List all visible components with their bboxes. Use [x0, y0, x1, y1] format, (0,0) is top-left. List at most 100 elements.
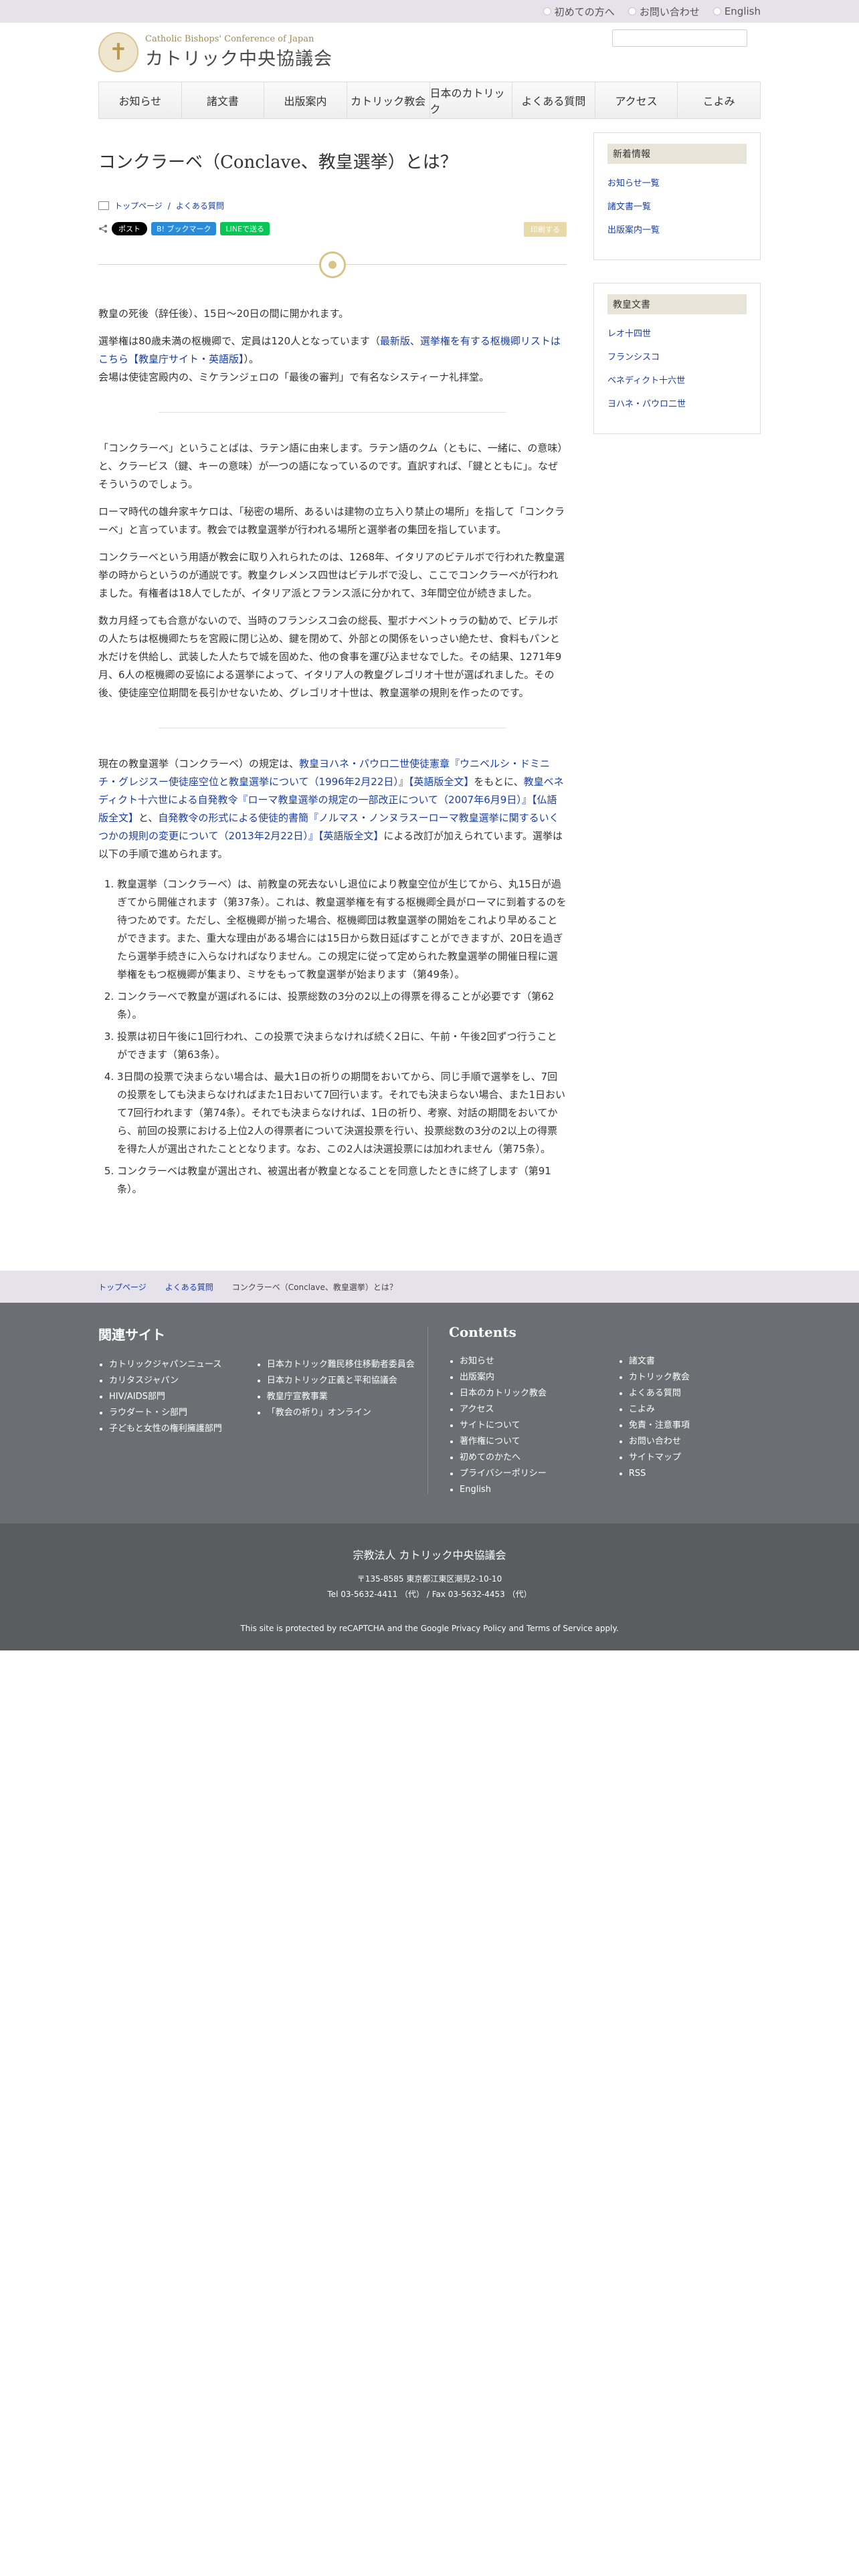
footer-breadcrumb: トップページ よくある質問 コンクラーベ（Conclave、教皇選挙）とは？ [0, 1271, 859, 1303]
top-utility-bar: 初めての方へ お問い合わせ English [0, 0, 859, 23]
topbar-link-contact[interactable]: お問い合わせ [628, 5, 700, 19]
footer-link[interactable]: アクセス [460, 1402, 605, 1418]
footer-contents-list-1: お知らせ 出版案内 日本のカトリック教会 アクセス サイトについて 著作権につい… [449, 1354, 605, 1498]
footer-related-list-2: 日本カトリック難民移住移動者委員会 日本カトリック正義と平和協議会 教皇庁宣教事… [256, 1357, 419, 1437]
footer-link[interactable]: RSS [629, 1466, 761, 1482]
footer-link[interactable]: English [460, 1482, 605, 1498]
ornament-medallion-icon [319, 251, 346, 278]
footer-link[interactable]: 日本のカトリック教会 [460, 1386, 605, 1402]
list-item: コンクラーベは教皇が選出され、被選出者が教皇となることを同意したときに終了します… [117, 1162, 567, 1198]
sidebar-box-title: 新着情報 [607, 144, 747, 164]
footer-link[interactable]: 日本カトリック難民移住移動者委員会 [267, 1357, 419, 1373]
footer-link[interactable]: カリタスジャパン [109, 1373, 243, 1389]
footer-address: 〒135-8585 東京都江東区潮見2-10-10 [357, 1574, 502, 1584]
hatena-bookmark-button[interactable]: B! ブックマーク [151, 222, 217, 235]
footer-link[interactable]: お問い合わせ [629, 1434, 761, 1450]
share-row: ポスト B! ブックマーク LINEで送る 印刷する [98, 222, 567, 237]
footer-link[interactable]: よくある質問 [629, 1386, 761, 1402]
footer-bottom: 宗教法人 カトリック中央協議会 〒135-8585 東京都江東区潮見2-10-1… [0, 1523, 859, 1650]
sidebar-link-francis[interactable]: フランシスコ [607, 350, 747, 362]
footer-link[interactable]: 免責・注意事項 [629, 1418, 761, 1434]
breadcrumb-home[interactable]: トップページ [114, 200, 163, 211]
footer-link[interactable]: サイトについて [460, 1418, 605, 1434]
footer-org-name: 宗教法人 カトリック中央協議会 [353, 1549, 506, 1562]
footer-related-list-1: カトリックジャパンニュース カリタスジャパン HIV/AIDS部門 ラウダート・… [98, 1357, 243, 1437]
footer-link[interactable]: カトリック教会 [629, 1370, 761, 1386]
topbar-link-first-time[interactable]: 初めての方へ [543, 5, 615, 19]
footer: 関連サイト カトリックジャパンニュース カリタスジャパン HIV/AIDS部門 … [0, 1303, 859, 1523]
footer-breadcrumb-current: コンクラーベ（Conclave、教皇選挙）とは？ [231, 1282, 397, 1292]
page-title: コンクラーベ（Conclave、教皇選挙）とは？ [98, 152, 458, 173]
footer-link[interactable]: 著作権について [460, 1434, 605, 1450]
nav-item-calendar[interactable]: こよみ [678, 82, 760, 118]
footer-link[interactable]: ラウダート・シ部門 [109, 1405, 243, 1421]
footer-link[interactable]: 出版案内 [460, 1370, 605, 1386]
footer-link[interactable]: プライバシーポリシー [460, 1466, 605, 1482]
sidebar-link-documents-list[interactable]: 諸文書一覧 [607, 199, 747, 212]
sidebar: 新着情報 お知らせ一覧 諸文書一覧 出版案内一覧 教皇文書 レオ十四世 フランシ… [593, 132, 761, 457]
topbar-link-label: お問い合わせ [639, 5, 700, 18]
bullet-icon [628, 7, 636, 15]
nav-item-japan-catholic[interactable]: 日本のカトリック [430, 82, 513, 118]
breadcrumb-faq[interactable]: よくある質問 [176, 200, 224, 211]
paragraph-etymology: 「コンクラーベ」ということばは、ラテン語に由来します。ラテン語のクム（ともに、一… [98, 442, 563, 490]
list-item: コンクラーベで教皇が選ばれるには、投票総数の3分の2以上の得票を得ることが必要で… [117, 988, 567, 1024]
intro-paragraph-1: 教皇の死後（辞任後）、15日〜20日の間に開かれます。 [98, 308, 349, 320]
footer-link[interactable]: HIV/AIDS部門 [109, 1389, 243, 1405]
nav-item-news[interactable]: お知らせ [99, 82, 182, 118]
intro-paragraph-2: 選挙権は80歳未満の枢機卿で、定員は120人となっています（最新版、選挙権を有す… [98, 335, 561, 365]
breadcrumb-separator: / [167, 201, 171, 211]
paragraph-cicero: ローマ時代の雄弁家キケロは、「秘密の場所、あるいは建物の立ち入り禁止の場所」を指… [98, 506, 565, 536]
share-icon [99, 225, 107, 233]
paragraph-current-rules: 現在の教皇選挙（コンクラーベ）の規定は、教皇ヨハネ・パウロ二世使徒憲章『ウニベル… [98, 758, 564, 860]
sidebar-link-john-paul-ii[interactable]: ヨハネ・パウロ二世 [607, 397, 747, 409]
sidebar-link-publications-list[interactable]: 出版案内一覧 [607, 223, 747, 235]
sidebar-box-title: 教皇文書 [607, 294, 747, 314]
footer-link[interactable]: カトリックジャパンニュース [109, 1357, 243, 1373]
footer-link[interactable]: こよみ [629, 1402, 761, 1418]
paragraph-viterbo: 数カ月経っても合意がないので、当時のフランシスコ会の総長、聖ボナベントゥラの勧め… [98, 615, 562, 699]
footer-link[interactable]: 諸文書 [629, 1354, 761, 1370]
x-post-button[interactable]: ポスト [112, 222, 147, 235]
footer-related-title: 関連サイト [98, 1327, 165, 1343]
footer-contents-list-2: 諸文書 カトリック教会 よくある質問 こよみ 免責・注意事項 お問い合わせ サイ… [618, 1354, 761, 1498]
sidebar-box-papal-documents: 教皇文書 レオ十四世 フランシスコ ベネディクト十六世 ヨハネ・パウロ二世 [593, 283, 761, 434]
footer-link[interactable]: サイトマップ [629, 1450, 761, 1466]
sidebar-link-news-list[interactable]: お知らせ一覧 [607, 176, 747, 189]
print-button[interactable]: 印刷する [524, 222, 567, 237]
section-separator [159, 412, 506, 413]
footer-link[interactable]: お知らせ [460, 1354, 605, 1370]
footer-tel: Tel 03-5632-4411 （代） / Fax 03-5632-4453 … [327, 1590, 532, 1599]
footer-contents-title: Contents [449, 1324, 516, 1340]
intro-paragraph-3: 会場は使徒宮殿内の、ミケランジェロの「最後の審判」で有名なシスティーナ礼拝堂。 [98, 371, 490, 383]
bullet-icon [543, 7, 551, 15]
nav-item-access[interactable]: アクセス [595, 82, 678, 118]
footer-breadcrumb-faq[interactable]: よくある質問 [165, 1281, 213, 1293]
sidebar-link-leo-xiv[interactable]: レオ十四世 [607, 326, 747, 339]
nav-item-faq[interactable]: よくある質問 [512, 82, 595, 118]
search-input[interactable] [612, 29, 747, 47]
footer-breadcrumb-home[interactable]: トップページ [98, 1281, 147, 1293]
topbar-link-label: English [724, 5, 761, 17]
footer-link[interactable]: 初めてのかたへ [460, 1450, 605, 1466]
sidebar-link-benedict-xvi[interactable]: ベネディクト十六世 [607, 373, 747, 386]
ornament-divider [98, 251, 567, 278]
line-share-button[interactable]: LINEで送る [220, 222, 270, 235]
site-logo[interactable]: ✝ Catholic Bishops' Conference of Japan … [98, 32, 332, 72]
footer-link[interactable]: 子どもと女性の権利擁護部門 [109, 1421, 243, 1437]
nav-item-catholic-church[interactable]: カトリック教会 [347, 82, 430, 118]
topbar-link-english[interactable]: English [712, 5, 761, 17]
cross-logo-icon: ✝ [98, 32, 138, 72]
nav-item-publications[interactable]: 出版案内 [264, 82, 347, 118]
footer-link[interactable]: 「教会の祈り」オンライン [267, 1405, 419, 1421]
main-nav: お知らせ 諸文書 出版案内 カトリック教会 日本のカトリック よくある質問 アク… [98, 82, 761, 119]
footer-link[interactable]: 教皇庁宣教事業 [267, 1389, 419, 1405]
footer-link[interactable]: 日本カトリック正義と平和協議会 [267, 1373, 419, 1389]
footer-recaptcha-notice: This site is protected by reCAPTCHA and … [240, 1624, 619, 1633]
logo-english-text: Catholic Bishops' Conference of Japan [145, 34, 314, 44]
list-item: 投票は初日午後に1回行われ、この投票で決まらなければ続く2日に、午前・午後2回ず… [117, 1028, 567, 1064]
nav-item-documents[interactable]: 諸文書 [182, 82, 265, 118]
list-item: 教皇選挙（コンクラーベ）は、前教皇の死去ないし退位により教皇空位が生じてから、丸… [117, 875, 567, 984]
breadcrumb: トップページ / よくある質問 [98, 200, 567, 211]
election-procedure-list: 教皇選挙（コンクラーベ）は、前教皇の死去ないし退位により教皇空位が生じてから、丸… [98, 875, 567, 1198]
